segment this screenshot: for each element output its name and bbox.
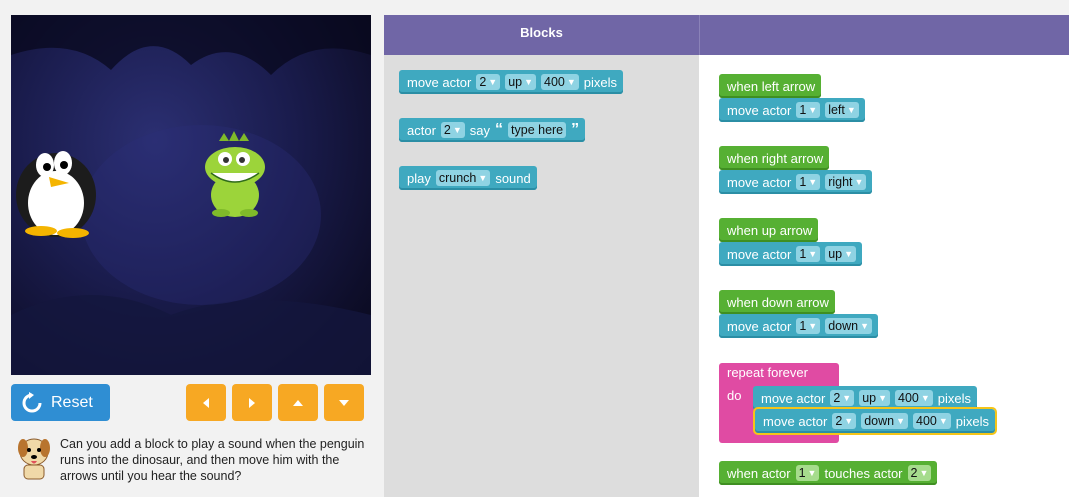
hint-panel: Can you add a block to play a sound when…: [14, 432, 374, 492]
actor-dropdown[interactable]: 1 ▼: [796, 174, 821, 190]
when-up-arrow-block[interactable]: when up arrow: [719, 218, 819, 242]
cave-background: [11, 15, 371, 375]
direction-dropdown[interactable]: right ▼: [825, 174, 867, 190]
distance-dropdown[interactable]: 400 ▼: [895, 390, 933, 406]
down-arrow-icon: [339, 399, 349, 406]
move-actor-block[interactable]: move actor 1 ▼ left ▼: [719, 98, 865, 122]
blocks-title: Blocks: [520, 25, 563, 40]
repeat-move-actor-up-block[interactable]: move actor 2 ▼ up ▼ 400 ▼ pixels: [753, 386, 978, 410]
header-divider: [699, 15, 700, 55]
direction-dropdown[interactable]: up ▼: [505, 74, 537, 90]
block-label: play: [407, 170, 431, 186]
actor-dropdown[interactable]: 1 ▼: [796, 102, 821, 118]
toolbox-play-sound-block[interactable]: play crunch ▼ sound: [399, 166, 537, 190]
block-label: move actor: [407, 74, 472, 90]
repeat-move-actor-down-block[interactable]: move actor 2 ▼ down ▼ 400 ▼ pixels: [752, 407, 998, 435]
workspace-header: Blocks: [384, 15, 1069, 55]
actor-dropdown[interactable]: 1 ▼: [795, 465, 820, 481]
reset-icon: [22, 391, 42, 412]
reset-button[interactable]: Reset: [11, 384, 110, 421]
say-label: say: [469, 122, 491, 138]
reset-label: Reset: [51, 393, 93, 411]
play-stage: [11, 15, 371, 375]
say-text-input[interactable]: type here: [508, 122, 567, 138]
toolbox-move-actor-block[interactable]: move actor 2 ▼ up ▼ 400 ▼ pixels: [399, 70, 624, 94]
unit-label: pixels: [583, 74, 618, 90]
actor-dropdown[interactable]: 2 ▼: [832, 413, 857, 429]
do-label: do: [727, 388, 742, 403]
close-quote: ”: [571, 121, 580, 138]
down-arrow-button[interactable]: [324, 384, 364, 421]
actor-dropdown[interactable]: 1 ▼: [796, 246, 821, 262]
direction-dropdown[interactable]: down ▼: [861, 413, 908, 429]
actor-dropdown[interactable]: 2 ▼: [476, 74, 501, 90]
right-arrow-button[interactable]: [232, 384, 272, 421]
actor-dropdown[interactable]: 2 ▼: [440, 122, 465, 138]
actor2-dropdown[interactable]: 2 ▼: [907, 465, 932, 481]
toolbox-actor-say-block[interactable]: actor 2 ▼ say “ type here ”: [399, 118, 586, 142]
repeat-label: repeat forever: [727, 365, 808, 380]
open-quote: “: [495, 121, 504, 138]
move-actor-block[interactable]: move actor 1 ▼ right ▼: [719, 170, 873, 194]
direction-dropdown[interactable]: left ▼: [825, 102, 859, 118]
move-actor-block[interactable]: move actor 1 ▼ down ▼: [719, 314, 878, 338]
dog-avatar-icon: [18, 438, 50, 480]
hint-text: Can you add a block to play a sound when…: [60, 437, 365, 483]
penguin-actor: [16, 151, 96, 238]
block-label: actor: [407, 122, 436, 138]
up-arrow-icon: [293, 399, 303, 406]
left-arrow-button[interactable]: [186, 384, 226, 421]
direction-dropdown[interactable]: up ▼: [825, 246, 857, 262]
sound-label: sound: [495, 170, 531, 186]
when-left-arrow-block[interactable]: when left arrow: [719, 74, 822, 98]
when-right-arrow-block[interactable]: when right arrow: [719, 146, 830, 170]
sound-dropdown[interactable]: crunch ▼: [435, 170, 491, 186]
direction-dropdown[interactable]: up ▼: [859, 390, 891, 406]
actor-dropdown[interactable]: 1 ▼: [796, 318, 821, 334]
left-arrow-icon: [203, 397, 209, 408]
move-actor-block[interactable]: move actor 1 ▼ up ▼: [719, 242, 863, 266]
when-actor-touches-block[interactable]: when actor 1 ▼ touches actor 2 ▼: [719, 461, 938, 485]
actor-dropdown[interactable]: 2 ▼: [830, 390, 855, 406]
direction-dropdown[interactable]: down ▼: [825, 318, 872, 334]
distance-dropdown[interactable]: 400 ▼: [541, 74, 579, 90]
right-arrow-icon: [249, 397, 255, 408]
up-arrow-button[interactable]: [278, 384, 318, 421]
distance-dropdown[interactable]: 400 ▼: [913, 413, 951, 429]
when-down-arrow-block[interactable]: when down arrow: [719, 290, 835, 314]
